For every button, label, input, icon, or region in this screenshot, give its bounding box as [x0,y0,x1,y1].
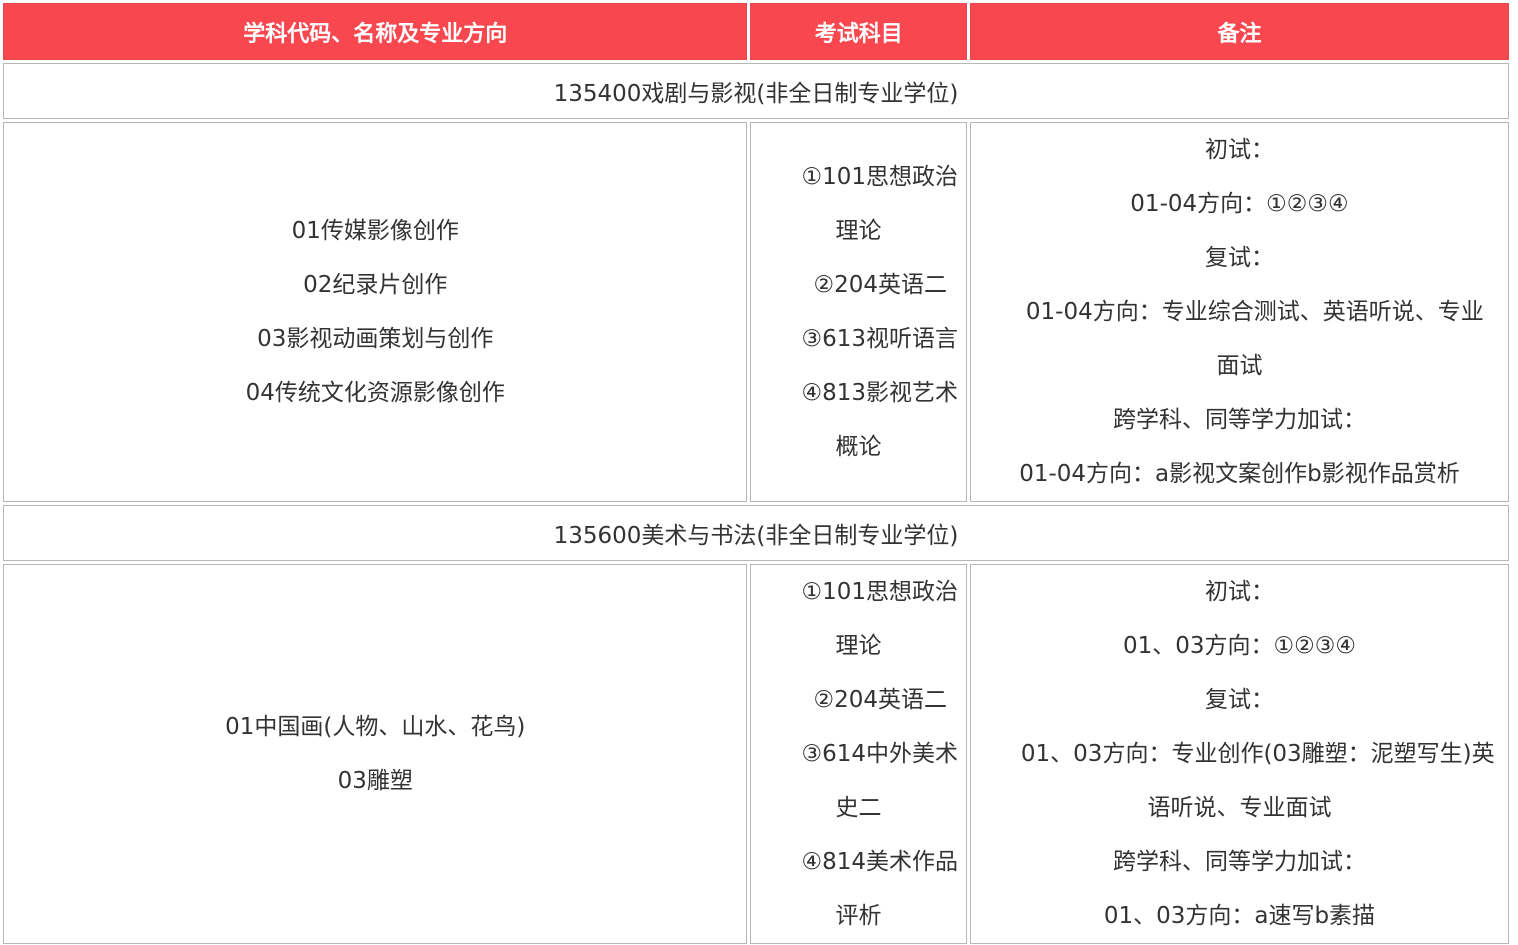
subject-line: 评析 [835,903,882,929]
subject-line: ②204英语二 [813,687,948,713]
subject-line: ①101思想政治 [801,579,959,605]
note-line: 01、03方向：专业创作(03雕塑：泥塑写生)英 [1020,741,1495,767]
note-line: 初试： [1204,137,1274,163]
note-line: 语听说、专业面试 [1147,795,1332,821]
subject-line: ②204英语二 [813,272,948,298]
header-discipline: 学科代码、名称及专业方向 [3,3,748,60]
direction-item: 03雕塑 [337,768,413,794]
section-title-row: 135400戏剧与影视(非全日制专业学位) [3,63,1509,119]
subject-line: 概论 [835,434,882,460]
direction-item: 01中国画(人物、山水、花鸟) [225,714,526,740]
table-row: 01中国画(人物、山水、花鸟) 03雕塑 ①101思想政治 理论 ②204英语二… [3,564,1509,944]
direction-item: 02纪录片创作 [303,272,448,298]
note-line: 面试 [1216,353,1263,379]
note-line: 跨学科、同等学力加试： [1112,849,1366,875]
header-notes: 备注 [969,3,1509,60]
note-line: 初试： [1204,579,1274,605]
note-line: 复试： [1204,245,1274,271]
subjects-cell: ①101思想政治 理论 ②204英语二 ③614中外美术 史二 ④814美术作品… [750,564,967,944]
note-line: 01-04方向：专业综合测试、英语听说、专业 [1025,299,1484,325]
subject-line: ④814美术作品 [801,849,959,875]
header-exam-subjects: 考试科目 [750,3,967,60]
subject-line: 史二 [835,795,882,821]
table-row: 01传媒影像创作 02纪录片创作 03影视动画策划与创作 04传统文化资源影像创… [3,122,1509,502]
table-header-row: 学科代码、名称及专业方向 考试科目 备注 [3,3,1509,60]
section-title-row: 135600美术与书法(非全日制专业学位) [3,505,1509,561]
direction-item: 04传统文化资源影像创作 [245,380,505,406]
directions-cell: 01中国画(人物、山水、花鸟) 03雕塑 [3,564,748,944]
note-line: 01-04方向：①②③④ [1130,191,1349,217]
note-line: 01、03方向：①②③④ [1122,633,1356,659]
note-line: 01、03方向：a速写b素描 [1103,903,1376,929]
subject-line: ③614中外美术 [801,741,959,767]
section-title: 135400戏剧与影视(非全日制专业学位) [3,63,1509,119]
note-line: 01-04方向：a影视文案创作b影视作品赏析 [1019,461,1460,487]
page: 学科代码、名称及专业方向 考试科目 备注 135400戏剧与影视(非全日制专业学… [0,0,1518,945]
notes-cell: 初试： 01-04方向：①②③④ 复试： 01-04方向：专业综合测试、英语听说… [969,122,1509,502]
directions-cell: 01传媒影像创作 02纪录片创作 03影视动画策划与创作 04传统文化资源影像创… [3,122,748,502]
direction-item: 03影视动画策划与创作 [257,326,494,352]
note-line: 复试： [1204,687,1274,713]
note-line: 跨学科、同等学力加试： [1112,407,1366,433]
subject-line: ③613视听语言 [801,326,959,352]
exam-subjects-table: 学科代码、名称及专业方向 考试科目 备注 135400戏剧与影视(非全日制专业学… [0,0,1512,945]
subjects-cell: ①101思想政治 理论 ②204英语二 ③613视听语言 ④813影视艺术 概论 [750,122,967,502]
subject-line: 理论 [835,218,882,244]
subject-line: ④813影视艺术 [801,380,959,406]
direction-item: 01传媒影像创作 [291,218,459,244]
subject-line: 理论 [835,633,882,659]
notes-cell: 初试： 01、03方向：①②③④ 复试： 01、03方向：专业创作(03雕塑：泥… [969,564,1509,944]
section-title: 135600美术与书法(非全日制专业学位) [3,505,1509,561]
subject-line: ①101思想政治 [801,164,959,190]
